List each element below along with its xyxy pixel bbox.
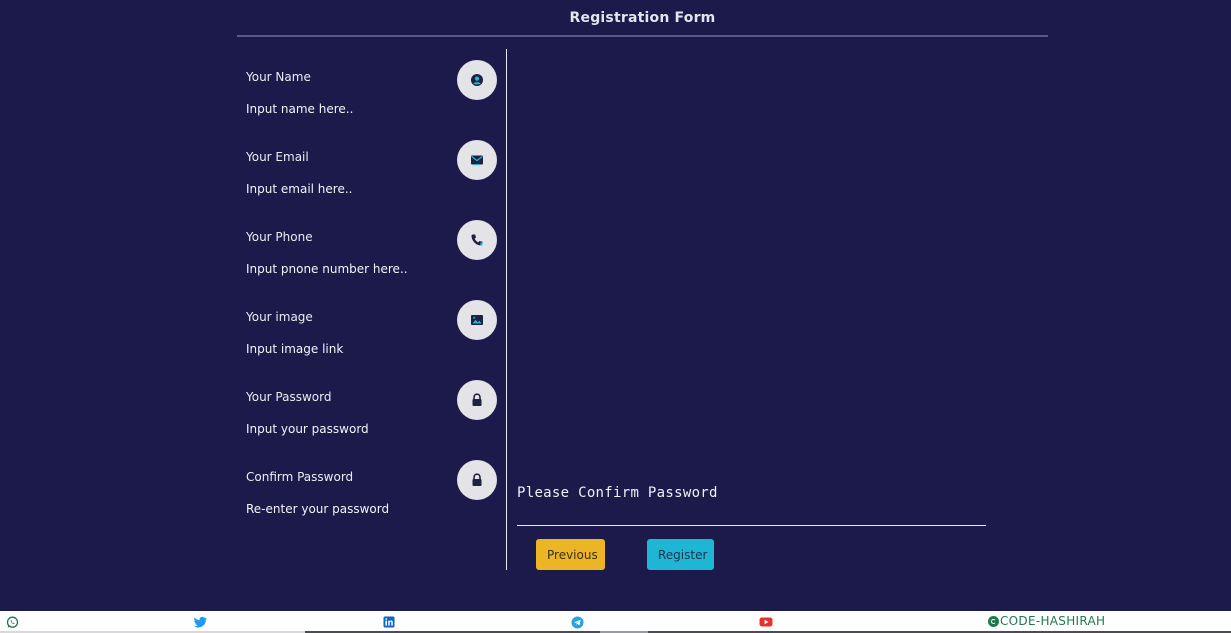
previous-button[interactable]: Previous (536, 539, 605, 570)
lock-icon (457, 380, 497, 420)
password-input[interactable]: Input your password (246, 422, 369, 436)
image-icon (457, 300, 497, 340)
confirm-password-field[interactable]: Confirm Password Re-enter your password (246, 460, 501, 532)
email-label: Your Email (246, 150, 309, 164)
image-label: Your image (246, 310, 313, 324)
phone-label: Your Phone (246, 230, 313, 244)
email-field[interactable]: Your Email Input email here.. (246, 140, 501, 212)
image-field[interactable]: Your image Input image link (246, 300, 501, 372)
name-input[interactable]: Input name here.. (246, 102, 353, 116)
title-divider (237, 35, 1048, 37)
registration-page: Registration Form Your Name Input name h… (0, 0, 1231, 633)
confirm-password-input[interactable]: Re-enter your password (246, 502, 389, 516)
twitter-icon[interactable] (193, 615, 207, 629)
envelope-icon (457, 140, 497, 180)
youtube-icon[interactable] (759, 615, 773, 629)
phone-field[interactable]: Your Phone Input pnone number here.. (246, 220, 501, 292)
email-input[interactable]: Input email here.. (246, 182, 352, 196)
form-title: Registration Form (569, 10, 716, 26)
name-field[interactable]: Your Name Input name here.. (246, 60, 501, 132)
linkedin-icon[interactable] (382, 615, 396, 629)
lock-icon (457, 460, 497, 500)
register-button[interactable]: Register (647, 539, 714, 570)
phone-input[interactable]: Input pnone number here.. (246, 262, 408, 276)
telegram-icon[interactable] (570, 615, 584, 629)
step-prompt: Please Confirm Password (517, 485, 718, 501)
vertical-divider (506, 49, 507, 570)
confirm-password-label: Confirm Password (246, 470, 354, 484)
phone-icon (457, 220, 497, 260)
step-input-underline[interactable] (517, 525, 986, 526)
password-field[interactable]: Your Password Input your password (246, 380, 501, 452)
image-input[interactable]: Input image link (246, 342, 343, 356)
user-icon (457, 60, 497, 100)
footer-bar: CODE-HASHIRAH (0, 611, 1231, 633)
brand-logo[interactable]: CODE-HASHIRAH (988, 614, 1105, 628)
copyright-icon (988, 615, 999, 627)
brand-name: CODE-HASHIRAH (1000, 614, 1106, 628)
whatsapp-icon[interactable] (5, 615, 19, 629)
password-label: Your Password (246, 390, 332, 404)
name-label: Your Name (246, 70, 311, 84)
